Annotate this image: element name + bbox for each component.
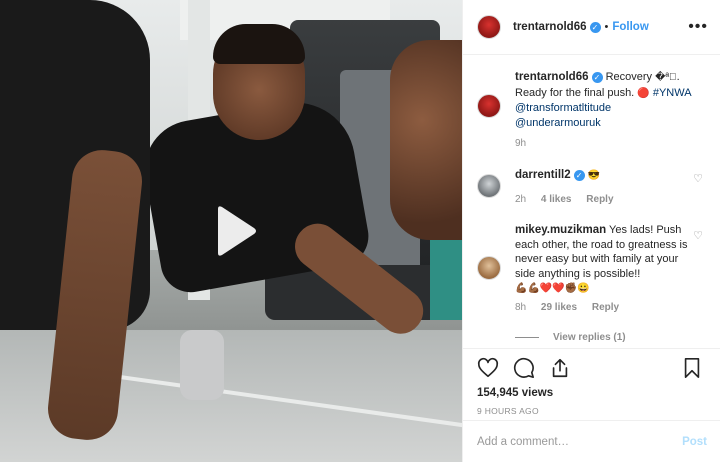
bookmark-icon[interactable] — [681, 357, 703, 379]
view-replies-button[interactable]: View replies (1) — [515, 332, 626, 343]
caption-avatar[interactable] — [477, 94, 501, 118]
caption-username[interactable]: trentarnold66 — [515, 71, 589, 83]
caption-emoji-1: �ª🏾 — [655, 72, 677, 83]
post-video[interactable] — [0, 0, 462, 462]
comment-reply-button[interactable]: Reply — [592, 302, 619, 313]
author-avatar[interactable] — [477, 15, 501, 39]
comment-time[interactable]: 2h — [515, 194, 526, 205]
comment-meta: 8h 29 likes Reply — [515, 302, 631, 313]
instagram-post: trentarnold66 ✓ • Follow ••• trentarnold… — [0, 0, 720, 462]
play-icon[interactable] — [208, 205, 260, 257]
action-icons — [477, 355, 707, 381]
comment-time[interactable]: 8h — [515, 302, 526, 313]
caption-body: trentarnold66 ✓ Recovery �ª🏾. Ready for t… — [515, 70, 693, 130]
video-shoe — [180, 330, 224, 400]
caption-text-1: Recovery — [605, 71, 653, 83]
follow-button[interactable]: Follow — [612, 21, 648, 33]
comment-item: darrentill2 ✓ 😎 ♡ 2h 4 likes Reply — [477, 166, 709, 206]
video-person-right-head — [390, 40, 462, 240]
comment-username[interactable]: darrentill2 — [515, 169, 571, 181]
comment-text: 😎 — [587, 170, 601, 181]
post-actions: 154,945 views 9 HOURS AGO — [463, 348, 720, 420]
comment-icon[interactable] — [513, 357, 535, 379]
comment-username[interactable]: mikey.muzikman — [515, 224, 606, 236]
comment-emojis: 💪🏾💪🏾❤️❤️✊🏾😀 — [515, 283, 590, 294]
comment-reply-button[interactable]: Reply — [586, 194, 613, 205]
caption-time[interactable]: 9h — [515, 138, 526, 149]
add-comment-input[interactable] — [477, 435, 683, 448]
share-icon[interactable] — [549, 357, 571, 379]
mention-link-2[interactable]: @underarmouruk — [515, 117, 601, 129]
verified-icon: ✓ — [591, 71, 603, 83]
view-count[interactable]: 154,945 views — [477, 387, 707, 399]
caption-comment: trentarnold66 ✓ Recovery �ª🏾. Ready for t… — [477, 70, 709, 150]
mention-link-1[interactable]: @transformatltitude — [515, 102, 611, 114]
author-username[interactable]: trentarnold66 — [513, 21, 587, 33]
comments-list[interactable]: trentarnold66 ✓ Recovery �ª🏾. Ready for t… — [463, 56, 720, 348]
comment-likes[interactable]: 29 likes — [541, 302, 577, 313]
view-replies-line — [515, 337, 539, 338]
post-comment-button[interactable]: Post — [682, 436, 707, 448]
heart-icon[interactable] — [477, 357, 499, 379]
comment-item: mikey.muzikman Yes lads! Push each other… — [477, 223, 709, 323]
comment-like-heart-icon[interactable]: ♡ — [693, 172, 703, 185]
verified-icon: ✓ — [573, 169, 585, 181]
comment-avatar[interactable] — [477, 174, 501, 198]
comment-avatar[interactable] — [477, 256, 501, 280]
header-line: trentarnold66 ✓ • Follow — [513, 21, 649, 33]
comment-like-heart-icon[interactable]: ♡ — [693, 229, 703, 242]
comment-likes[interactable]: 4 likes — [541, 194, 572, 205]
video-person-center-hair — [213, 24, 305, 64]
header-separator: • — [604, 21, 609, 33]
post-side-panel: trentarnold66 ✓ • Follow ••• trentarnold… — [462, 0, 720, 462]
caption-emoji-2: 🔴 — [637, 87, 650, 99]
post-header: trentarnold66 ✓ • Follow ••• — [463, 0, 720, 55]
hashtag-link[interactable]: #YNWA — [653, 87, 692, 99]
comment-meta: 2h 4 likes Reply — [515, 194, 626, 205]
add-comment-bar: Post — [463, 420, 720, 462]
comment-body: mikey.muzikman Yes lads! Push each other… — [515, 223, 693, 297]
more-icon[interactable]: ••• — [688, 18, 708, 36]
view-replies-label: View replies (1) — [553, 332, 626, 343]
comment-body: darrentill2 ✓ 😎 — [515, 168, 693, 184]
post-timestamp[interactable]: 9 HOURS AGO — [477, 406, 707, 416]
verified-icon: ✓ — [589, 21, 601, 33]
caption-meta: 9h — [515, 138, 538, 149]
